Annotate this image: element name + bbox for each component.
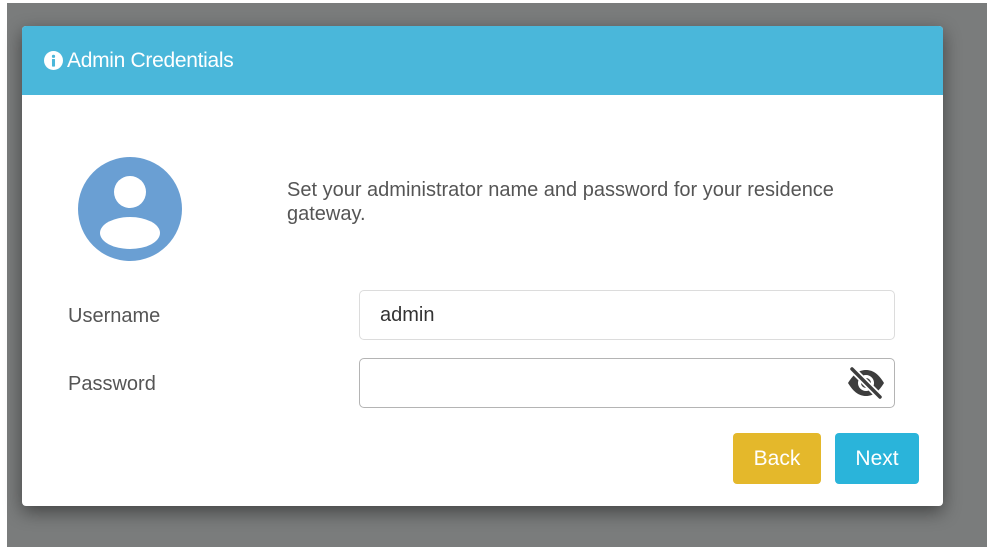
password-input[interactable]	[359, 358, 895, 408]
dialog-description: Set your administrator name and password…	[287, 179, 834, 225]
info-icon	[44, 51, 63, 70]
next-button[interactable]: Next	[835, 433, 919, 484]
dialog-header: Admin Credentials	[22, 26, 943, 95]
admin-credentials-dialog: Admin Credentials Set your administrator…	[22, 26, 943, 506]
username-label: Username	[68, 305, 161, 327]
username-input[interactable]	[359, 290, 895, 340]
user-avatar-icon	[78, 157, 182, 261]
dialog-title: Admin Credentials	[67, 48, 234, 72]
eye-slash-icon[interactable]	[845, 366, 887, 400]
back-button[interactable]: Back	[733, 433, 821, 484]
password-label: Password	[68, 373, 156, 395]
